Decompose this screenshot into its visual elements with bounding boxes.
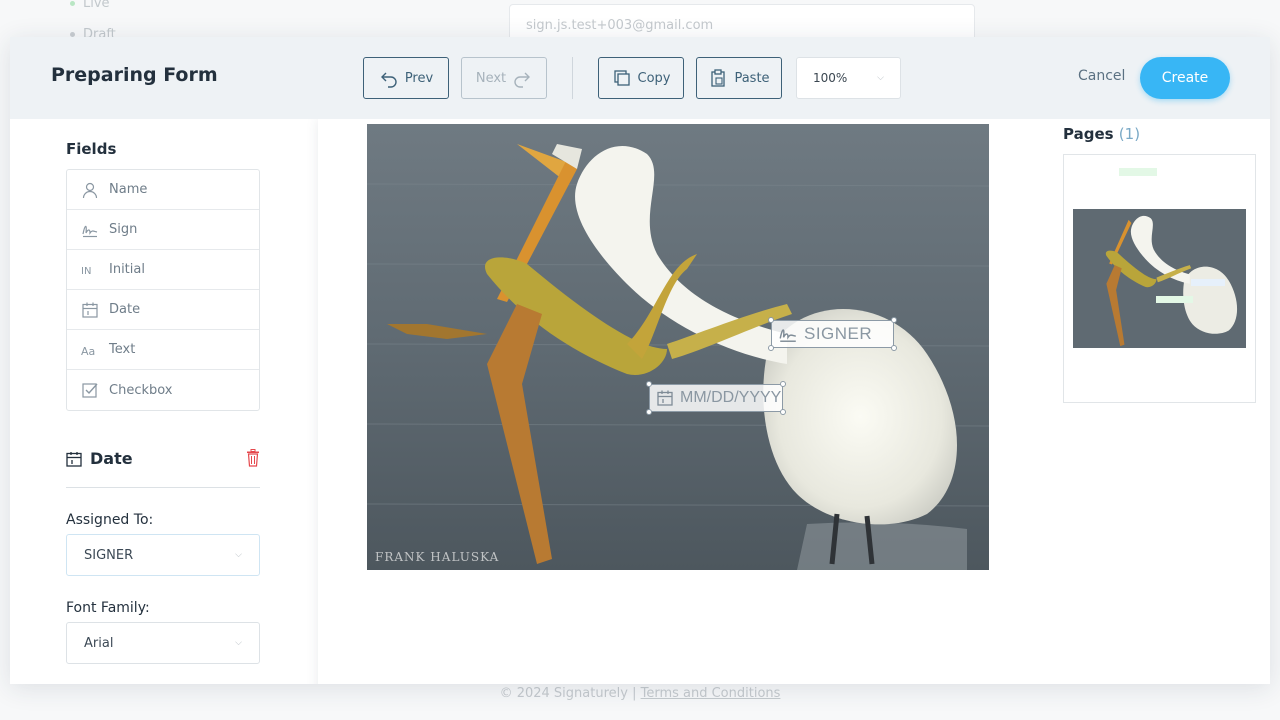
resize-handle[interactable] (780, 409, 786, 415)
clipboard-icon (711, 69, 726, 87)
redo-icon (514, 72, 531, 88)
resize-handle[interactable] (891, 317, 897, 323)
create-button[interactable]: Create (1140, 57, 1230, 99)
chevron-down-icon: ⌵ (877, 73, 884, 83)
modal-header: Preparing Form Prev Next Copy Paste 100%… (10, 37, 1270, 119)
prev-button[interactable]: Prev (363, 57, 449, 99)
svg-text:IN: IN (81, 266, 91, 277)
paste-button[interactable]: Paste (696, 57, 782, 99)
page-thumbnail[interactable] (1063, 154, 1256, 403)
pages-title: Pages (1) (1063, 125, 1141, 143)
assigned-to-label: Assigned To: (66, 512, 154, 528)
chevron-down-icon: ⌵ (235, 638, 242, 648)
resize-handle[interactable] (768, 345, 774, 351)
footer: © 2024 Signaturely | Terms and Condition… (499, 686, 781, 701)
status-live: Live (70, 0, 110, 11)
photo-credit: FRANK HALUSKA (375, 550, 500, 564)
prepare-form-modal: Preparing Form Prev Next Copy Paste 100%… (10, 37, 1270, 684)
calendar-icon (82, 302, 98, 318)
thumbnail-field-marker (1119, 168, 1157, 176)
resize-handle[interactable] (646, 409, 652, 415)
trash-icon[interactable] (246, 449, 260, 467)
font-family-label: Font Family: (66, 600, 150, 616)
field-item-initial[interactable]: IN Initial (67, 250, 259, 290)
live-dot-icon (70, 1, 75, 6)
resize-handle[interactable] (646, 381, 652, 387)
calendar-icon (66, 451, 82, 467)
placed-date-field[interactable]: MM/DD/YYYY (646, 381, 786, 415)
field-item-checkbox[interactable]: Checkbox (67, 370, 259, 410)
next-button[interactable]: Next (461, 57, 547, 99)
field-item-date[interactable]: Date (67, 290, 259, 330)
signature-icon (779, 329, 796, 342)
calendar-icon (657, 390, 673, 406)
chevron-down-icon: ⌵ (235, 550, 242, 560)
properties-divider (66, 487, 260, 488)
signature-icon (82, 225, 98, 237)
checkbox-icon (82, 383, 98, 398)
field-item-text[interactable]: Aa Text (67, 330, 259, 370)
fields-title: Fields (66, 140, 117, 158)
copy-button[interactable]: Copy (598, 57, 684, 99)
thumbnail-field-marker (1156, 296, 1193, 303)
document-viewer[interactable]: FRANK HALUSKA SIGNER MM/DD/YYYY (300, 119, 1000, 684)
page-count: (1) (1118, 125, 1141, 143)
document-page: FRANK HALUSKA SIGNER MM/DD/YYYY (318, 119, 1000, 684)
copy-icon (613, 70, 630, 86)
cancel-button[interactable]: Cancel (1078, 68, 1125, 84)
field-item-name[interactable]: Name (67, 170, 259, 210)
terms-link[interactable]: Terms and Conditions (641, 686, 781, 701)
svg-text:Aa: Aa (81, 345, 95, 358)
text-icon: Aa (81, 345, 95, 358)
assigned-to-select[interactable]: SIGNER ⌵ (66, 534, 260, 576)
resize-handle[interactable] (780, 381, 786, 387)
initials-icon: IN (81, 266, 91, 277)
user-icon (82, 182, 98, 198)
resize-handle[interactable] (768, 317, 774, 323)
zoom-select[interactable]: 100% ⌵ (796, 57, 901, 99)
thumbnail-field-marker (1191, 279, 1225, 286)
undo-icon (380, 72, 397, 88)
field-list: Name Sign IN Initial Date Aa Text Checkb… (66, 169, 260, 411)
page-title: Preparing Form (51, 64, 218, 86)
field-item-sign[interactable]: Sign (67, 210, 259, 250)
field-properties-title: Date (66, 449, 133, 468)
toolbar-divider (572, 57, 573, 99)
font-family-select[interactable]: Arial ⌵ (66, 622, 260, 664)
resize-handle[interactable] (891, 345, 897, 351)
placed-signature-field[interactable]: SIGNER (768, 317, 897, 351)
